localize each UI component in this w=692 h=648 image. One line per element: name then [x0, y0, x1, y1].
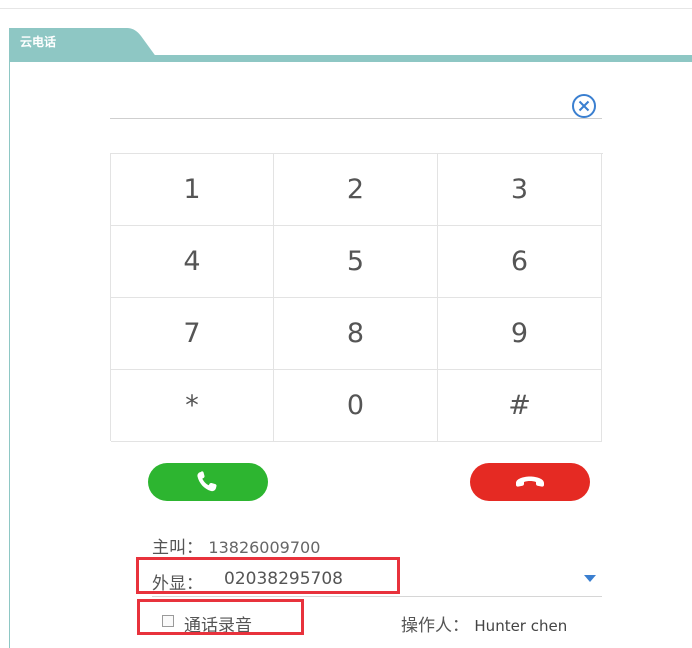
tab-cloud-phone[interactable]: 云电话	[9, 28, 157, 62]
clear-button[interactable]	[570, 92, 598, 120]
record-highlight-box	[137, 599, 304, 635]
operator-label: 操作人：	[401, 616, 469, 636]
caller-number: 13826009700	[208, 538, 321, 557]
key-5[interactable]: 5	[274, 226, 438, 298]
hangup-icon	[516, 476, 544, 487]
number-field	[110, 86, 602, 119]
key-2[interactable]: 2	[274, 154, 438, 226]
tab-label: 云电话	[20, 35, 57, 49]
key-7[interactable]: 7	[111, 298, 274, 370]
key-4[interactable]: 4	[111, 226, 274, 298]
hangup-button[interactable]	[470, 463, 590, 501]
operator-info: 操作人： Hunter chen	[401, 611, 567, 636]
call-button[interactable]	[148, 463, 268, 501]
key-8[interactable]: 8	[274, 298, 438, 370]
key-1[interactable]: 1	[111, 154, 274, 226]
key-hash[interactable]: #	[438, 370, 602, 442]
phone-number-input[interactable]	[110, 86, 554, 118]
key-9[interactable]: 9	[438, 298, 602, 370]
caller-label: 主叫：	[152, 538, 203, 558]
key-3[interactable]: 3	[438, 154, 602, 226]
dial-keypad: 1 2 3 4 5 6 7 8 9 * 0 #	[110, 153, 603, 442]
operator-name: Hunter chen	[474, 617, 568, 635]
tab-bar: 云电话	[9, 28, 692, 62]
phone-icon	[197, 471, 217, 492]
key-0[interactable]: 0	[274, 370, 438, 442]
clear-circle-icon	[572, 94, 596, 118]
key-star[interactable]: *	[111, 370, 274, 442]
top-divider	[0, 8, 692, 9]
display-highlight-box	[136, 557, 400, 594]
key-6[interactable]: 6	[438, 226, 602, 298]
dropdown-arrow-icon[interactable]	[584, 575, 596, 582]
caller-info: 主叫： 13826009700	[152, 533, 320, 558]
